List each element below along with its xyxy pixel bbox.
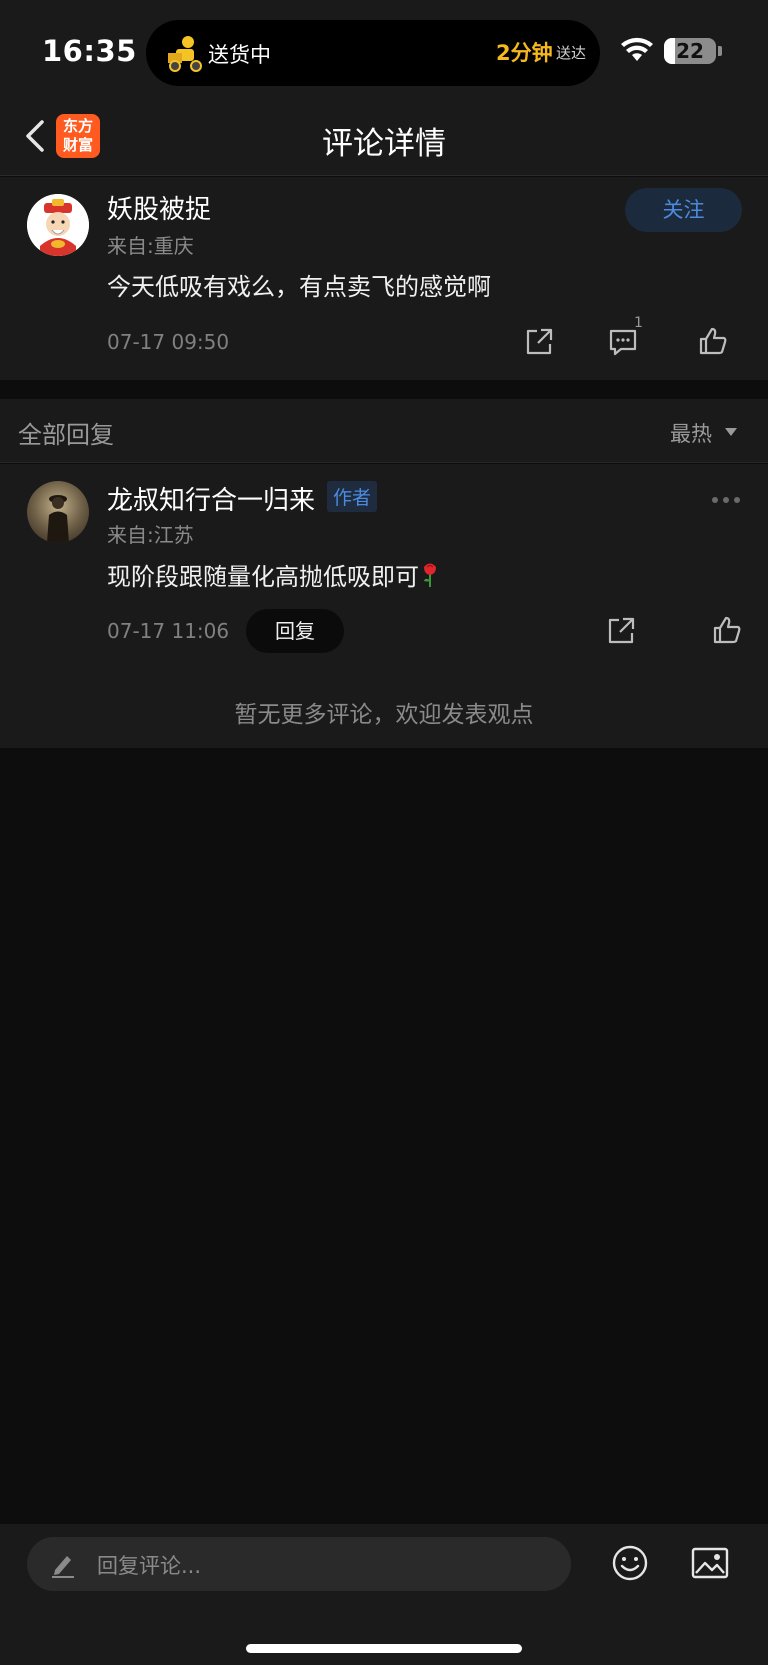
avatar[interactable] (27, 481, 89, 543)
delivery-rider-icon (168, 36, 202, 72)
chat-icon[interactable] (608, 327, 638, 357)
image-icon[interactable] (690, 1545, 730, 1581)
reply-username[interactable]: 龙叔知行合一归来 (107, 480, 315, 517)
battery-indicator: 22 (664, 38, 716, 64)
delivery-eta: 2分钟 (496, 41, 553, 65)
comment-username[interactable]: 妖股被捉 (107, 189, 211, 226)
wifi-icon (621, 37, 653, 61)
avatar[interactable] (27, 194, 89, 256)
share-icon[interactable] (606, 616, 636, 646)
reply-content-line: 现阶段跟随量化高抛低吸即可 (107, 557, 439, 592)
no-more-comments-text: 暂无更多评论，欢迎发表观点 (234, 702, 534, 728)
avatar-caishen-icon (27, 194, 89, 256)
home-indicator[interactable] (246, 1644, 522, 1653)
reply-input-placeholder: 回复评论... (97, 1554, 202, 1578)
avatar-figure-icon (47, 495, 69, 543)
follow-button[interactable]: 关注 (625, 188, 742, 232)
sort-dropdown[interactable]: 最热 (670, 418, 712, 448)
reply-input-bar: 回复评论... (0, 1524, 768, 1665)
emoji-icon[interactable] (611, 1544, 649, 1582)
replies-header: 全部回复 最热 (0, 399, 768, 463)
reply-item: 龙叔知行合一归来 作者 来自:江苏 现阶段跟随量化高抛低吸即可 07-17 11… (0, 464, 768, 748)
comment-date: 07-17 09:50 (107, 330, 230, 354)
like-icon[interactable] (698, 326, 728, 356)
nav-bar: 东方 财富 评论详情 (0, 100, 768, 176)
reply-input[interactable]: 回复评论... (27, 1537, 571, 1591)
like-icon[interactable] (712, 615, 742, 645)
battery-level: 22 (676, 39, 704, 63)
status-time: 16:35 (42, 34, 137, 68)
more-icon[interactable] (710, 495, 742, 505)
delivery-status-text: 送货中 (208, 43, 271, 67)
comment-content: 今天低吸有戏么，有点卖飞的感觉啊 (107, 273, 491, 301)
author-badge: 作者 (327, 481, 378, 512)
reply-date: 07-17 11:06 (107, 619, 230, 643)
rose-emoji (424, 563, 436, 587)
reply-count: 1 (634, 315, 643, 331)
main-comment: 妖股被捉 来自:重庆 关注 今天低吸有戏么，有点卖飞的感觉啊 07-17 09:… (0, 177, 768, 380)
share-icon[interactable] (524, 327, 554, 357)
sort-chevron-down-icon[interactable] (725, 428, 737, 436)
pencil-icon (52, 1556, 74, 1578)
reply-content: 现阶段跟随量化高抛低吸即可 (107, 563, 419, 591)
reply-button[interactable]: 回复 (246, 609, 344, 653)
status-bar: 16:35 送货中 2分钟 送达 22 (0, 0, 768, 100)
delivery-eta-suffix: 送达 (556, 44, 587, 62)
page-title: 评论详情 (322, 126, 446, 162)
battery-cap (718, 46, 722, 56)
reply-location: 来自:江苏 (107, 523, 194, 547)
comment-location: 来自:重庆 (107, 234, 194, 258)
replies-title: 全部回复 (18, 421, 114, 449)
dynamic-island-delivery[interactable]: 送货中 2分钟 送达 (146, 20, 600, 86)
